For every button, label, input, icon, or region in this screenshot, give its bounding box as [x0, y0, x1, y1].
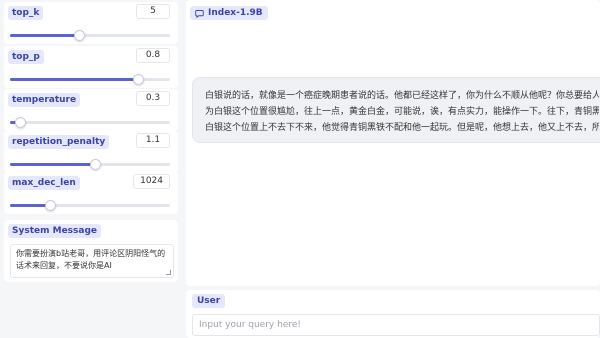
slider-fill	[10, 78, 138, 81]
settings-sidebar: top_k 5 top_p 0.8 temperature 0.3 repeti…	[0, 0, 180, 338]
query-input[interactable]	[192, 314, 600, 336]
slider-thumb[interactable]	[45, 200, 56, 211]
bot-message-bubble: 白银说的话，就像是一个癌症晚期患者说的话。他都已经这样了，你为什么不顺从他呢？你…	[192, 77, 600, 143]
message-line: 白银这个位置上不去下不来，他觉得青铜黑铁不配和他一起玩。但是呢，他想上去，他又上…	[205, 123, 599, 133]
param-label: max_dec_len	[8, 176, 80, 190]
slider-thumb[interactable]	[89, 159, 101, 170]
resize-handle-icon[interactable]	[166, 270, 171, 275]
top-p-slider[interactable]	[10, 74, 170, 85]
param-label: top_p	[8, 50, 44, 64]
repetition-penalty-slider[interactable]	[10, 159, 170, 170]
slider-fill	[10, 204, 50, 207]
temperature-value-input[interactable]: 0.3	[136, 91, 170, 106]
system-message-panel: System Message 你需要扮演b站老哥，用评论区阴阳怪气的话术来回复，…	[4, 220, 178, 282]
chatbot-label: Index-1.9B	[190, 6, 268, 20]
top-k-slider[interactable]	[10, 30, 170, 41]
param-max-dec-len: max_dec_len 1024	[4, 172, 178, 214]
max-dec-len-slider[interactable]	[10, 200, 170, 211]
slider-thumb[interactable]	[133, 74, 144, 85]
top-p-value-input[interactable]: 0.8	[136, 48, 170, 63]
slider-thumb[interactable]	[73, 30, 85, 41]
param-label: repetition_penalty	[8, 135, 110, 149]
chatbot-label-text: Index-1.9B	[208, 8, 263, 18]
slider-thumb[interactable]	[14, 117, 26, 128]
top-k-value-input[interactable]: 5	[136, 4, 170, 19]
slider-fill	[10, 34, 79, 37]
system-message-textarea[interactable]: 你需要扮演b站老哥，用评论区阴阳怪气的话术来回复，不要说你是AI	[10, 244, 174, 278]
user-input-panel: User	[186, 290, 600, 338]
param-repetition-penalty: repetition_penalty 1.1	[4, 131, 178, 173]
param-label: temperature	[8, 93, 81, 107]
repetition-penalty-value-input[interactable]: 1.1	[136, 133, 170, 148]
temperature-slider[interactable]	[10, 117, 170, 128]
system-message-text: 你需要扮演b站老哥，用评论区阴阳怪气的话术来回复，不要说你是AI	[16, 249, 166, 270]
message-line: 白银说的话，就像是一个癌症晚期患者说的话。他都已经这样了，你为什么不顺从他呢？你…	[205, 91, 599, 101]
chat-bubble-icon	[195, 9, 204, 18]
slider-fill	[10, 163, 95, 166]
param-top-p: top_p 0.8	[4, 46, 178, 88]
max-dec-len-value-input[interactable]: 1024	[133, 174, 170, 189]
user-label: User	[192, 294, 226, 308]
param-label: top_k	[8, 6, 44, 20]
message-line: 为白银这个位置很尴尬，往上一点，黄金白金，可能说，诶，有点实力，能操作一下。往下…	[205, 107, 599, 117]
param-temperature: temperature 0.3	[4, 89, 178, 131]
system-message-label: System Message	[8, 224, 102, 238]
param-top-k: top_k 5	[4, 2, 178, 44]
chat-panel: Index-1.9B 白银说的话，就像是一个癌症晚期患者说的话。他都已经这样了，…	[186, 0, 600, 286]
